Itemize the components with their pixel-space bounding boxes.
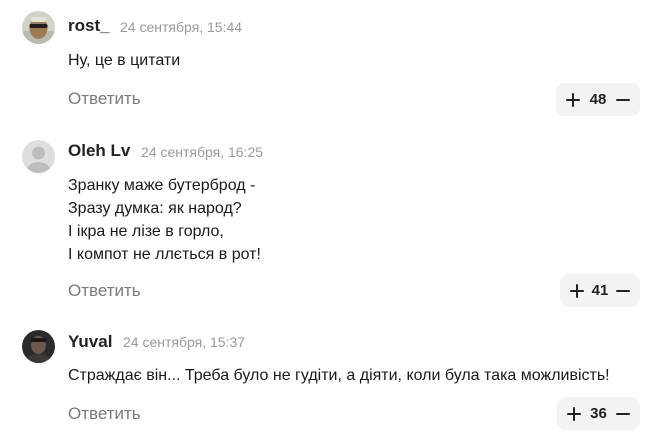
minus-icon[interactable] [616, 93, 630, 107]
comment-text: Страждає він... Треба було не гудіти, а … [68, 364, 610, 387]
plus-icon[interactable] [567, 406, 581, 421]
reply-button[interactable]: Ответить [68, 404, 141, 424]
vote-control: 36 [557, 397, 640, 430]
comment-line: І компот не ллється в рот! [68, 246, 261, 263]
user-photo-avatar[interactable] [22, 11, 55, 44]
minus-icon[interactable] [616, 284, 630, 298]
comment-text: Зранку маже бутерброд - Зразу думка: як … [68, 174, 261, 266]
comment-author[interactable]: rost_ [68, 16, 110, 36]
comment-author[interactable]: Oleh Lv [68, 141, 130, 161]
comment-line: І ікра не лізе в горло, [68, 223, 224, 240]
vote-count: 41 [591, 282, 609, 299]
comment-date: 24 сентября, 16:25 [141, 144, 264, 160]
minus-icon[interactable] [616, 407, 630, 421]
comment-line: Зранку маже бутерброд - [68, 177, 256, 194]
reply-button[interactable]: Ответить [68, 89, 141, 109]
plus-icon[interactable] [566, 92, 580, 107]
comment-line: Зразу думка: як народ? [68, 200, 242, 217]
vote-control: 41 [560, 274, 640, 307]
comment-line: Страждає він... Треба було не гудіти, а … [68, 367, 610, 384]
comment-date: 24 сентября, 15:44 [120, 19, 243, 35]
vote-count: 36 [590, 405, 607, 422]
user-photo-avatar[interactable] [22, 330, 55, 363]
comment-text: Ну, це в цитати [68, 49, 180, 72]
vote-count: 48 [589, 91, 607, 108]
reply-button[interactable]: Ответить [68, 281, 141, 301]
plus-icon[interactable] [570, 283, 584, 298]
vote-control: 48 [556, 83, 640, 116]
default-user-avatar[interactable] [22, 140, 55, 173]
comment-date: 24 сентября, 15:37 [123, 334, 246, 350]
comment-line: Ну, це в цитати [68, 52, 181, 69]
comment-author[interactable]: Yuval [68, 332, 112, 352]
